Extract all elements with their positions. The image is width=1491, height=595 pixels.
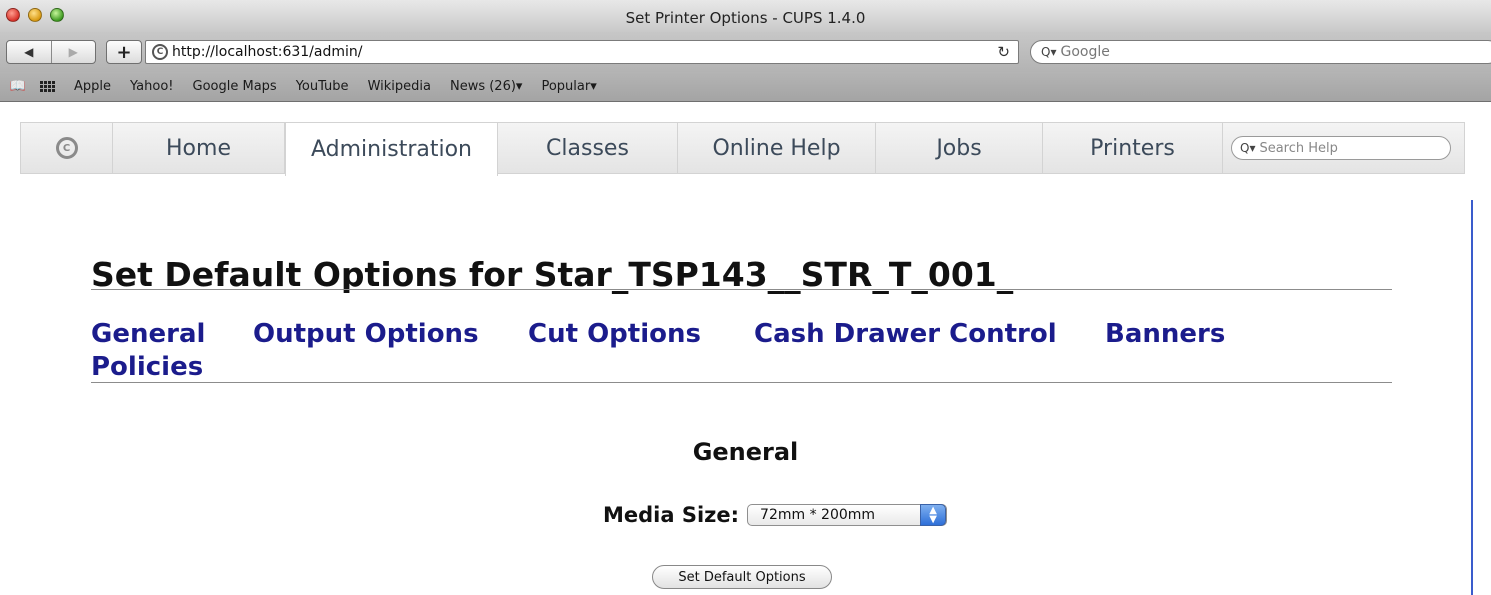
- tab-classes[interactable]: Classes: [498, 123, 678, 173]
- tab-jobs[interactable]: Jobs: [876, 123, 1043, 173]
- bookmark-apple[interactable]: Apple: [74, 79, 111, 94]
- bookmark-youtube[interactable]: YouTube: [296, 79, 349, 94]
- search-icon: Q▾: [1240, 141, 1256, 155]
- title-divider: [91, 289, 1392, 290]
- tab-home[interactable]: Home: [113, 123, 285, 173]
- cups-logo-icon: C: [55, 137, 78, 159]
- section-heading: General: [692, 438, 799, 466]
- set-default-options-button[interactable]: Set Default Options: [652, 565, 832, 589]
- add-bookmark-button[interactable]: +: [106, 40, 142, 64]
- bookmark-news[interactable]: News (26)▾: [450, 79, 522, 94]
- cups-logo[interactable]: C: [21, 123, 113, 173]
- link-policies[interactable]: Policies: [91, 353, 203, 382]
- web-search-field[interactable]: Q▾ Google: [1030, 40, 1491, 64]
- browser-toolbar: ◀ ▶ + C http://localhost:631/admin/ ↻ Q▾…: [0, 32, 1491, 72]
- cups-nav: C Home Administration Classes Online Hel…: [20, 122, 1465, 176]
- tab-printers[interactable]: Printers: [1043, 123, 1223, 173]
- links-divider: [91, 382, 1392, 383]
- bookmark-yahoo[interactable]: Yahoo!: [130, 79, 173, 94]
- top-sites-icon[interactable]: [40, 81, 56, 92]
- cups-favicon-icon: C: [152, 44, 168, 60]
- link-output-options[interactable]: Output Options: [253, 320, 479, 349]
- tab-administration[interactable]: Administration: [285, 123, 498, 176]
- web-search-placeholder: Google: [1060, 44, 1110, 60]
- url-text[interactable]: http://localhost:631/admin/: [172, 44, 362, 60]
- bookmark-wikipedia[interactable]: Wikipedia: [368, 79, 431, 94]
- help-search-area: Q▾ Search Help: [1223, 123, 1464, 173]
- search-icon: Q▾: [1041, 45, 1057, 59]
- window-titlebar: Set Printer Options - CUPS 1.4.0: [0, 0, 1491, 32]
- media-size-row: Media Size: 72mm * 200mm ▲ ▼: [603, 503, 948, 527]
- help-search-input[interactable]: Q▾ Search Help: [1231, 136, 1451, 160]
- bookmark-popular[interactable]: Popular▾: [541, 79, 596, 94]
- media-size-label: Media Size:: [603, 503, 740, 527]
- media-size-value: 72mm * 200mm: [760, 507, 876, 523]
- reading-list-icon[interactable]: 📖: [8, 79, 28, 95]
- link-banners[interactable]: Banners: [1105, 320, 1225, 349]
- link-cash-drawer-control[interactable]: Cash Drawer Control: [754, 320, 1057, 349]
- link-cut-options[interactable]: Cut Options: [528, 320, 701, 349]
- history-nav: ◀ ▶: [6, 40, 96, 64]
- window-title: Set Printer Options - CUPS 1.4.0: [625, 9, 866, 27]
- help-search-placeholder: Search Help: [1259, 140, 1338, 156]
- page-edge-line: [1471, 200, 1473, 595]
- forward-button[interactable]: ▶: [50, 41, 96, 63]
- link-general[interactable]: General: [91, 320, 205, 349]
- bookmark-google-maps[interactable]: Google Maps: [193, 79, 277, 94]
- bookmarks-bar: 📖 Apple Yahoo! Google Maps YouTube Wikip…: [0, 72, 1491, 102]
- select-arrows-icon: ▲ ▼: [920, 504, 947, 526]
- reload-icon[interactable]: ↻: [997, 43, 1010, 61]
- media-size-select[interactable]: 72mm * 200mm ▲ ▼: [747, 504, 948, 526]
- address-bar[interactable]: C http://localhost:631/admin/ ↻: [145, 40, 1019, 64]
- tab-online-help[interactable]: Online Help: [678, 123, 876, 173]
- back-button[interactable]: ◀: [7, 41, 51, 63]
